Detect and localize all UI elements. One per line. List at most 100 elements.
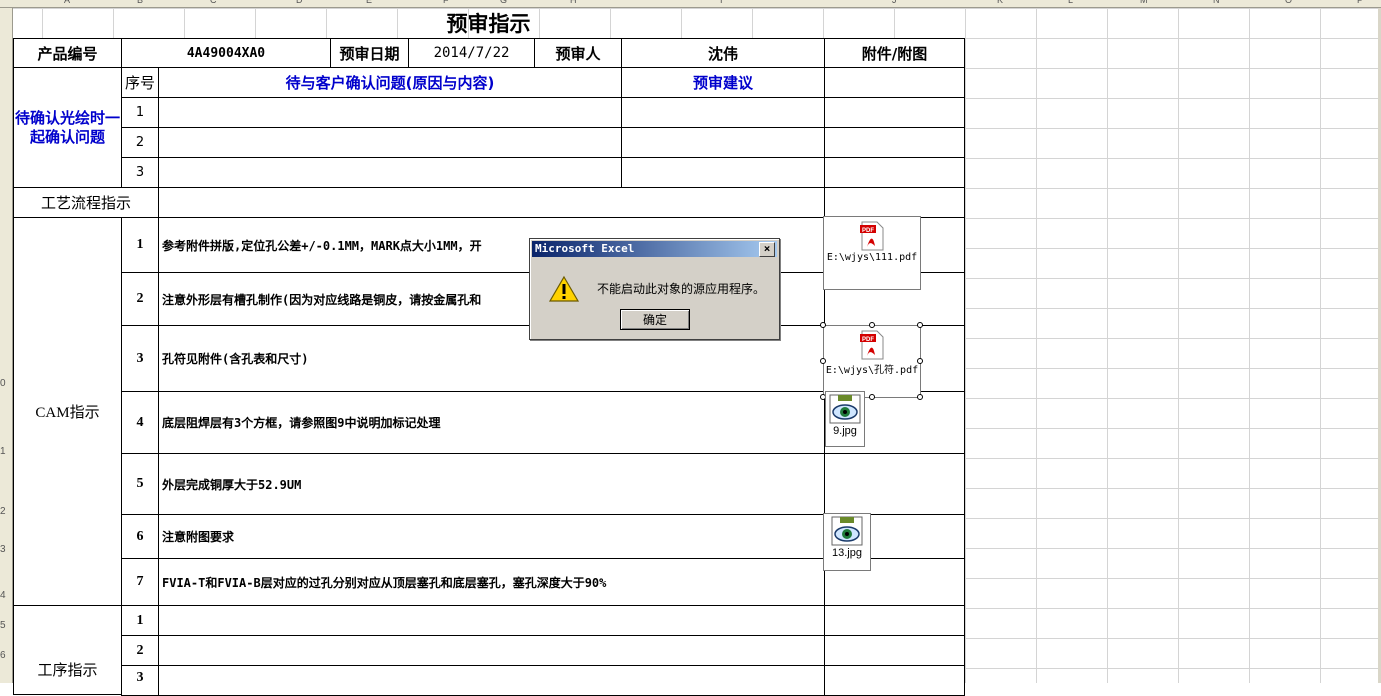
dialog-title-bar[interactable]: Microsoft Excel ×	[532, 241, 777, 257]
column-header-e[interactable]: E	[366, 0, 372, 5]
confirm-section-label[interactable]: 待确认光绘时一起确认问题	[13, 67, 122, 188]
attachment-cell[interactable]	[824, 67, 965, 98]
suggestion-cell[interactable]	[621, 157, 825, 188]
issue-cell[interactable]	[158, 97, 622, 128]
product-no-label[interactable]: 产品编号	[13, 38, 122, 68]
confirm-row-no[interactable]: 1	[121, 97, 159, 128]
attachment-cell[interactable]	[824, 665, 965, 696]
cam-row-no[interactable]: 1	[121, 217, 159, 273]
issue-cell[interactable]	[158, 127, 622, 158]
row-header[interactable]: 1	[0, 446, 6, 457]
attachment-object-111-pdf[interactable]: PDF E:\wjys\111.pdf	[823, 216, 921, 290]
dialog-title: Microsoft Excel	[535, 242, 635, 255]
attachment-object-kongfu-pdf[interactable]: PDF E:\wjys\孔符.pdf	[823, 325, 921, 398]
ok-button[interactable]: 确定	[620, 309, 690, 330]
process-flow-cell[interactable]	[158, 187, 825, 218]
warning-icon	[548, 275, 580, 302]
close-icon: ×	[763, 242, 771, 255]
suggestion-cell[interactable]	[621, 127, 825, 158]
column-header-i[interactable]: I	[720, 0, 723, 5]
attachment-object-9-jpg[interactable]: 9.jpg	[825, 391, 865, 447]
row-header[interactable]: 0	[0, 378, 6, 389]
reviewer-value[interactable]: 沈伟	[621, 38, 825, 68]
pdf-icon: PDF	[860, 221, 884, 251]
cam-instruction[interactable]: 底层阻焊层有3个方框，请参照图9中说明加标记处理	[158, 391, 825, 454]
attachment-cell[interactable]	[824, 635, 965, 666]
dialog-message: 不能启动此对象的源应用程序。	[597, 282, 766, 296]
suggestion-cell[interactable]	[621, 97, 825, 128]
cam-row-no[interactable]: 4	[121, 391, 159, 454]
confirm-row-no[interactable]: 3	[121, 157, 159, 188]
attachment-header[interactable]: 附件/附图	[824, 38, 965, 68]
suggestion-header[interactable]: 预审建议	[621, 67, 825, 98]
operation-row-no[interactable]: 1	[121, 605, 159, 636]
pdf-icon: PDF	[860, 330, 884, 360]
confirm-row-no[interactable]: 2	[121, 127, 159, 158]
attachment-cell[interactable]	[824, 187, 965, 218]
attachment-cell[interactable]	[824, 453, 965, 515]
column-header-o[interactable]: O	[1285, 0, 1292, 5]
column-header-a[interactable]: A	[64, 0, 70, 5]
operation-section-label[interactable]: 工序指示	[13, 605, 122, 695]
seq-header[interactable]: 序号	[121, 67, 159, 98]
row-header[interactable]: 5	[0, 620, 6, 631]
attachment-cell[interactable]	[824, 605, 965, 636]
issue-cell[interactable]	[158, 157, 622, 188]
attachment-label: E:\wjys\111.pdf	[826, 252, 918, 263]
column-header-d[interactable]: D	[296, 0, 303, 5]
attachment-cell[interactable]	[824, 97, 965, 128]
column-header-b[interactable]: B	[137, 0, 143, 5]
resize-handle[interactable]	[820, 358, 826, 364]
operation-row-no[interactable]: 2	[121, 635, 159, 666]
cam-row-no[interactable]: 3	[121, 325, 159, 392]
image-icon	[829, 394, 861, 424]
date-value[interactable]: 2014/7/22	[408, 38, 535, 68]
row-header[interactable]: 6	[0, 650, 6, 661]
svg-text:PDF: PDF	[862, 228, 874, 234]
close-button[interactable]: ×	[759, 242, 775, 257]
cam-row-no[interactable]: 5	[121, 453, 159, 515]
row-header[interactable]: 3	[0, 544, 6, 555]
resize-handle[interactable]	[869, 394, 875, 400]
resize-handle[interactable]	[917, 358, 923, 364]
column-header-p[interactable]: P	[1357, 0, 1363, 5]
operation-cell[interactable]	[158, 635, 825, 666]
column-header-bar: A B C D E F G H I J K L M N O P	[0, 0, 1381, 8]
column-header-k[interactable]: K	[997, 0, 1003, 5]
resize-handle[interactable]	[917, 394, 923, 400]
issue-header[interactable]: 待与客户确认问题(原因与内容)	[158, 67, 622, 98]
cam-row-no[interactable]: 2	[121, 272, 159, 326]
cam-instruction[interactable]: FVIA-T和FVIA-B层对应的过孔分别对应从顶层塞孔和底层塞孔，塞孔深度大于…	[158, 558, 825, 606]
column-header-c[interactable]: C	[210, 0, 217, 5]
attachment-cell[interactable]	[824, 127, 965, 158]
cam-row-no[interactable]: 6	[121, 514, 159, 559]
row-header[interactable]: 4	[0, 590, 6, 601]
column-header-h[interactable]: H	[570, 0, 577, 5]
row-header[interactable]: 2	[0, 506, 6, 517]
cam-row-no[interactable]: 7	[121, 558, 159, 606]
product-no-value[interactable]: 4A49004XA0	[121, 38, 331, 68]
resize-handle[interactable]	[820, 322, 826, 328]
column-header-j[interactable]: J	[892, 0, 897, 5]
column-header-f[interactable]: F	[443, 0, 449, 5]
image-icon	[831, 516, 863, 546]
cam-instruction[interactable]: 外层完成铜厚大于52.9UM	[158, 453, 825, 515]
row-header-bar: 0 1 2 3 4 5 6	[0, 8, 13, 683]
column-header-n[interactable]: N	[1213, 0, 1220, 5]
resize-handle[interactable]	[917, 322, 923, 328]
column-header-m[interactable]: M	[1140, 0, 1148, 5]
resize-handle[interactable]	[869, 322, 875, 328]
reviewer-label[interactable]: 预审人	[534, 38, 622, 68]
cam-section-label[interactable]: CAM指示	[13, 217, 122, 606]
attachment-cell[interactable]	[824, 157, 965, 188]
column-header-g[interactable]: G	[500, 0, 507, 5]
date-label[interactable]: 预审日期	[330, 38, 409, 68]
process-flow-label[interactable]: 工艺流程指示	[13, 187, 159, 218]
operation-row-no[interactable]: 3	[121, 665, 159, 696]
cam-instruction[interactable]: 注意附图要求	[158, 514, 825, 559]
operation-cell[interactable]	[158, 665, 825, 696]
attachment-object-13-jpg[interactable]: 13.jpg	[823, 513, 871, 571]
sheet-title[interactable]: 预审指示	[13, 8, 964, 38]
operation-cell[interactable]	[158, 605, 825, 636]
column-header-l[interactable]: L	[1068, 0, 1073, 5]
